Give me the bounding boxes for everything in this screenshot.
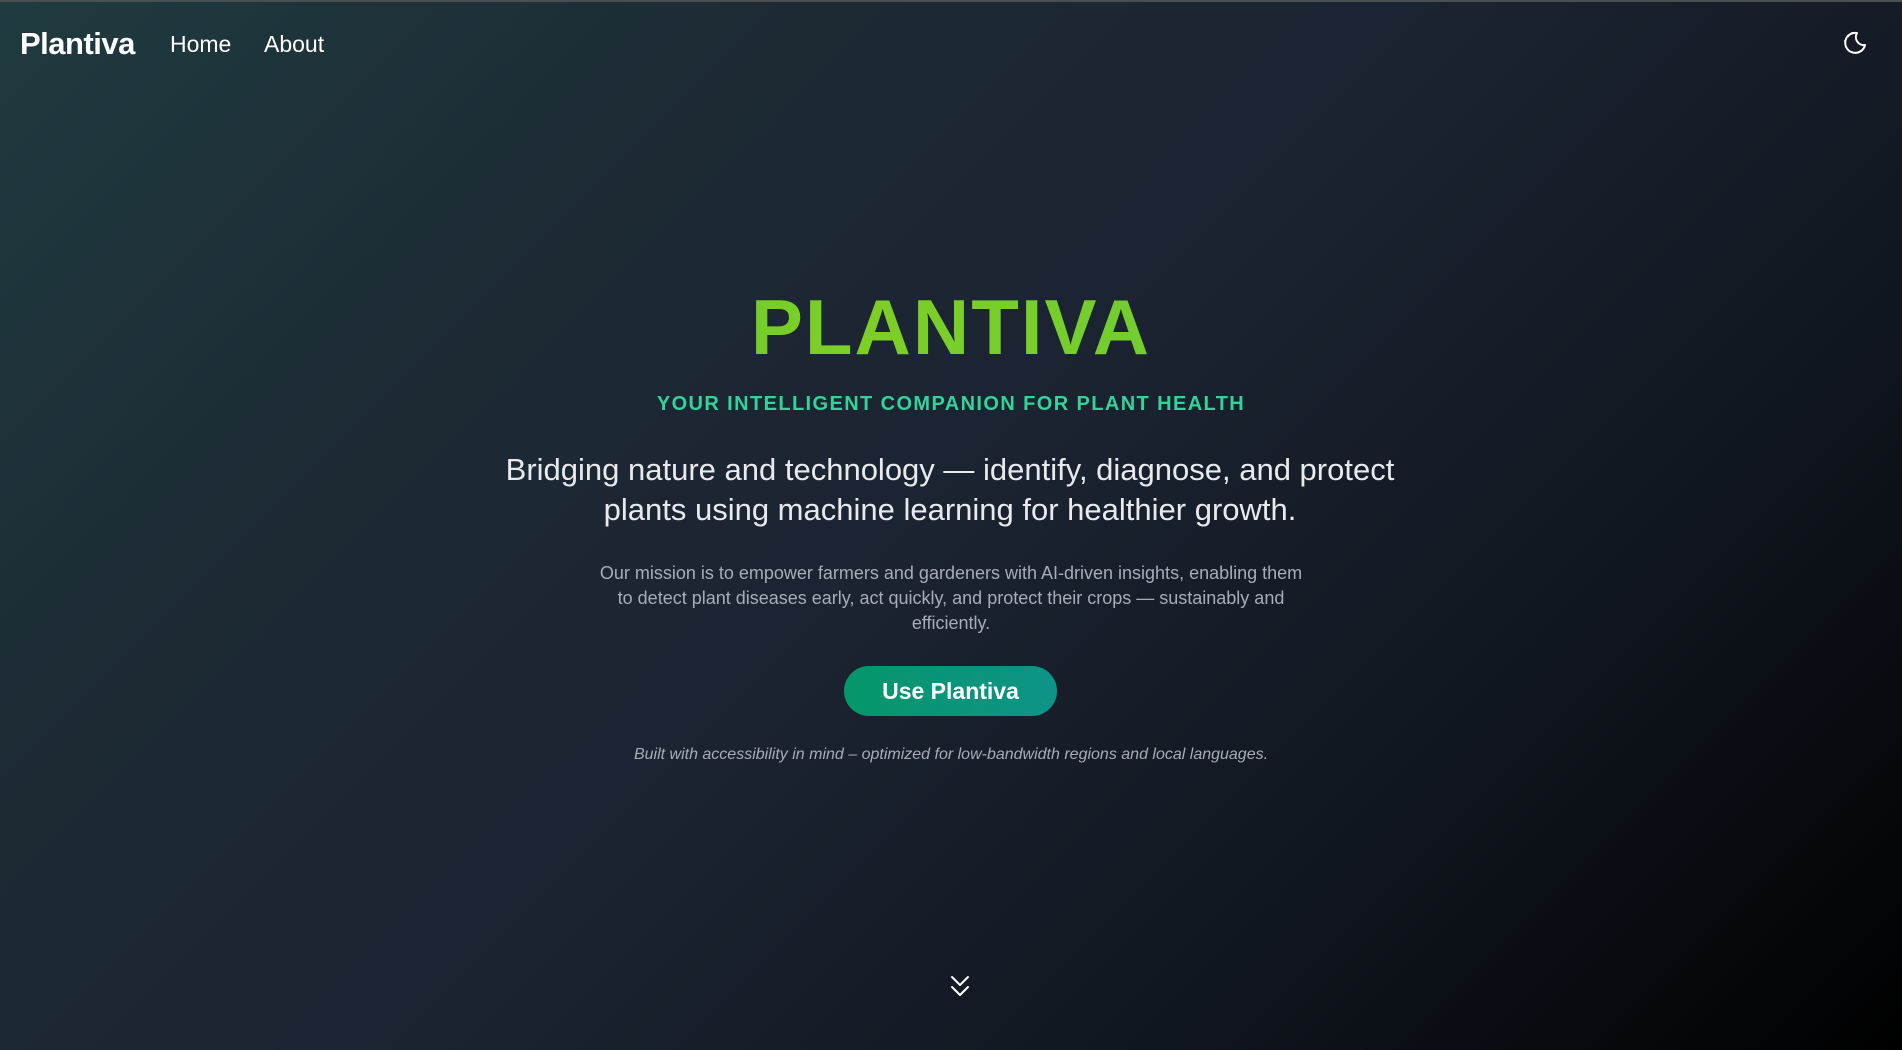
navbar: Plantiva Home About	[0, 0, 1902, 90]
nav-link-about[interactable]: About	[264, 31, 324, 58]
hero-mission-text: Our mission is to empower farmers and ga…	[599, 563, 1303, 633]
nav-link-home[interactable]: Home	[170, 31, 231, 58]
moon-stars-icon	[1844, 31, 1866, 54]
hero-tagline: YOUR INTELLIGENT COMPANION FOR PLANT HEA…	[656, 393, 1246, 415]
use-plantiva-button[interactable]: Use Plantiva	[844, 666, 1057, 716]
hero-lead-text: Bridging nature and technology — identif…	[505, 452, 1395, 527]
theme-toggle-button[interactable]	[1842, 30, 1868, 56]
hero-footnote: Built with accessibility in mind – optim…	[633, 746, 1269, 763]
scroll-down-button[interactable]	[948, 974, 972, 1000]
chevron-double-down-icon	[951, 976, 969, 996]
hero-title: PLANTIVA	[0, 282, 1902, 372]
brand-logo[interactable]: Plantiva	[20, 26, 135, 62]
